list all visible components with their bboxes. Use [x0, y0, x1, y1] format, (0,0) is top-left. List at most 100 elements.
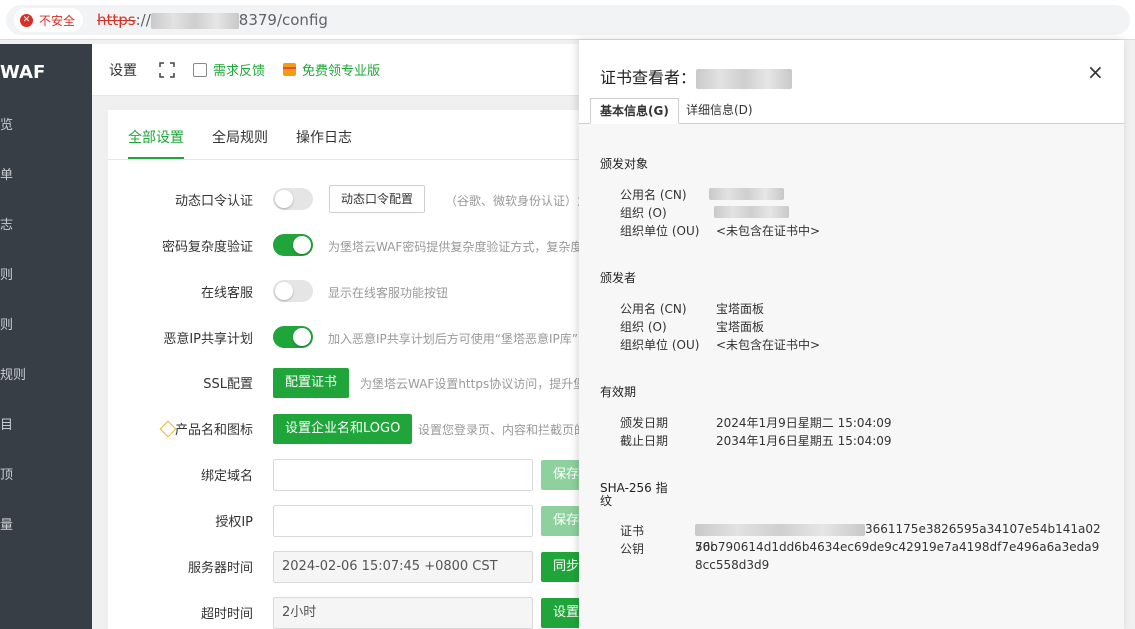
expiry-date-label: 截止日期	[620, 434, 669, 448]
dynamic-otp-hint: （谷歌、微软身份认证）为	[445, 194, 590, 208]
toggle-knob	[275, 282, 293, 300]
settings-tabs: 全部设置 全局规则 操作日志	[108, 110, 580, 160]
issued-to-cn-label: 公用名 (CN)	[620, 188, 687, 202]
sidebar-item[interactable]: 量	[0, 514, 92, 534]
redacted-host	[150, 12, 239, 29]
ssl-label: SSL配置	[203, 377, 253, 392]
browser-address-bar: ✕ 不安全 https:// 8379/config	[0, 0, 1135, 40]
bind-domain-input[interactable]	[273, 459, 533, 491]
cert-fingerprint-label: 证书	[620, 524, 645, 538]
dialog-tabs: 基本信息(G) 详细信息(D)	[579, 98, 1124, 124]
toggle-knob	[275, 190, 293, 208]
expiry-date-value: 2034年1月6日星期五 15:04:09	[716, 434, 892, 448]
issuer-ou-value: <未包含在证书中>	[716, 338, 821, 352]
pro-label: 免费领专业版	[302, 64, 381, 79]
auth-ip-input[interactable]	[273, 505, 533, 537]
tab-basic-info[interactable]: 基本信息(G)	[590, 98, 679, 124]
sidebar-item[interactable]: 目	[0, 414, 92, 434]
toggle-knob	[293, 236, 311, 254]
product-hint: 设置您登录页、内容和拦截页的	[418, 423, 587, 437]
server-time-label: 服务器时间	[187, 561, 253, 576]
url-text[interactable]: https:// 8379/config	[97, 11, 328, 29]
sidebar-item[interactable]: 览	[0, 114, 92, 134]
edit-icon	[193, 62, 207, 77]
tab-all-settings[interactable]: 全部设置	[128, 127, 184, 147]
tab-detail-info[interactable]: 详细信息(D)	[677, 98, 762, 124]
auth-ip-label: 授权IP	[215, 515, 253, 530]
brand-logo: WAF	[0, 62, 46, 83]
dialog-title: 证书查看者：	[600, 64, 793, 89]
feedback-label: 需求反馈	[213, 64, 266, 79]
top-nav: 设置 需求反馈 免费领专业版	[92, 44, 580, 96]
sidebar-item[interactable]: 规则	[0, 364, 92, 384]
redacted-cn	[709, 188, 784, 200]
active-tab-indicator	[128, 157, 184, 159]
page-title: 设置	[109, 62, 137, 79]
issuer-org-label: 组织 (O)	[620, 320, 667, 334]
tab-operation-log[interactable]: 操作日志	[296, 127, 352, 147]
feedback-link[interactable]: 需求反馈	[193, 60, 265, 79]
issued-date-label: 颁发日期	[620, 416, 669, 430]
issued-to-ou-label: 组织单位 (OU)	[620, 224, 700, 238]
sha256-heading-line2: 纹	[600, 494, 613, 508]
sidebar-item[interactable]: 志	[0, 214, 92, 234]
redacted-fingerprint	[695, 523, 865, 536]
sidebar: WAF 览 单 志 则 则 规则 目 顶 量	[0, 44, 92, 629]
sidebar-item[interactable]: 顶	[0, 464, 92, 484]
dynamic-otp-label: 动态口令认证	[174, 194, 253, 209]
issued-to-org-label: 组织 (O)	[620, 206, 667, 220]
pubkey-fingerprint-value: 70b790614d1dd6b4634ec69de9c42919e7a4198d…	[695, 540, 1100, 572]
bind-domain-label: 绑定域名	[200, 469, 253, 484]
online-service-toggle[interactable]	[273, 280, 313, 302]
tab-global-rules[interactable]: 全局规则	[212, 127, 268, 147]
fullscreen-icon[interactable]	[159, 61, 175, 78]
set-company-logo-button[interactable]: 设置企业名和LOGO	[273, 414, 413, 444]
password-complexity-toggle[interactable]	[273, 234, 313, 256]
product-name-label: 产品名和图标	[174, 423, 253, 438]
certificate-viewer-dialog: 证书查看者： × 基本信息(G) 详细信息(D) 颁发对象 公用名 (CN) 组…	[579, 40, 1124, 629]
online-service-hint: 显示在线客服功能按钮	[328, 286, 449, 300]
validity-heading: 有效期	[600, 385, 637, 399]
dynamic-otp-config-button[interactable]: 动态口令配置	[329, 185, 426, 213]
issued-to-ou-value: <未包含在证书中>	[716, 224, 821, 238]
toggle-knob	[293, 328, 311, 346]
url-separator: ://	[135, 11, 151, 29]
sidebar-item[interactable]: 单	[0, 164, 92, 184]
issuer-ou-label: 组织单位 (OU)	[620, 338, 700, 352]
malicious-ip-label: 恶意IP共享计划	[163, 332, 253, 347]
issuer-cn-label: 公用名 (CN)	[620, 302, 687, 316]
security-chip[interactable]: ✕ 不安全	[14, 8, 84, 32]
sidebar-item[interactable]: 则	[0, 264, 92, 284]
warning-icon: ✕	[20, 13, 33, 27]
dialog-title-text: 证书查看者：	[600, 68, 697, 87]
redacted-org	[714, 206, 789, 218]
ssl-hint: 为堡塔云WAF设置https协议访问，提升堡	[360, 377, 586, 391]
security-label: 不安全	[39, 13, 76, 28]
close-icon[interactable]: ×	[1087, 60, 1104, 84]
malicious-ip-hint: 加入恶意IP共享计划后方可使用“堡塔恶意IP库”	[328, 332, 578, 346]
dialog-body: 颁发对象 公用名 (CN) 组织 (O) 组织单位 (OU) <未包含在证书中>…	[579, 124, 1124, 629]
url-rest: 8379/config	[238, 11, 328, 29]
dynamic-otp-toggle[interactable]	[273, 188, 313, 210]
malicious-ip-toggle[interactable]	[273, 326, 313, 348]
timeout-field[interactable]: 2小时	[273, 597, 533, 629]
server-time-field: 2024-02-06 15:07:45 +0800 CST	[273, 551, 533, 583]
gift-icon	[283, 63, 297, 76]
sidebar-item[interactable]: 则	[0, 314, 92, 334]
issuer-cn-value: 宝塔面板	[716, 302, 765, 316]
issuer-heading: 颁发者	[600, 271, 637, 285]
issuer-org-value: 宝塔面板	[716, 320, 765, 334]
omnibox[interactable]: ✕ 不安全 https:// 8379/config	[6, 5, 1130, 35]
pubkey-fingerprint-label: 公钥	[620, 542, 645, 556]
online-service-label: 在线客服	[200, 286, 253, 301]
settings-card: 全部设置 全局规则 操作日志 动态口令认证 动态口令配置 （谷歌、微软身份认证）…	[108, 110, 592, 629]
issued-to-heading: 颁发对象	[600, 157, 649, 171]
url-scheme: https	[97, 11, 136, 29]
timeout-label: 超时时间	[200, 607, 253, 622]
issued-date-value: 2024年1月9日星期二 15:04:09	[716, 416, 892, 430]
redacted-host	[696, 68, 793, 89]
configure-certificate-button[interactable]: 配置证书	[273, 368, 350, 398]
password-complexity-label: 密码复杂度验证	[161, 240, 253, 255]
password-complexity-hint: 为堡塔云WAF密码提供复杂度验证方式，复杂度	[328, 240, 583, 254]
pro-version-link[interactable]: 免费领专业版	[283, 60, 380, 79]
